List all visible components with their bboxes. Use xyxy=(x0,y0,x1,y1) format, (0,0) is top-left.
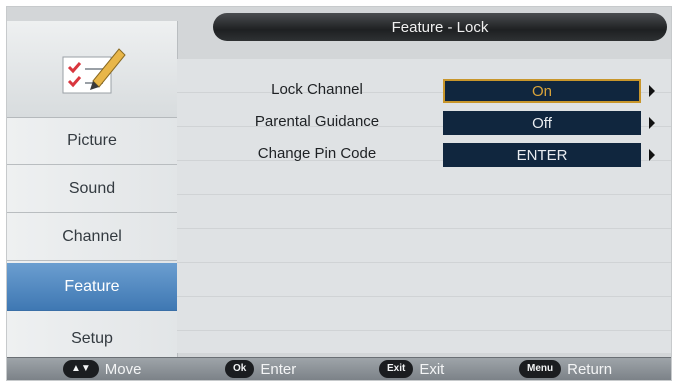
sidebar-item-label: Feature xyxy=(64,277,120,295)
menu-key-icon: Menu xyxy=(519,360,562,378)
footer-hint-bar: ▲▼ Move Ok Enter Exit Exit Menu Return xyxy=(7,357,671,380)
arrow-right-icon[interactable] xyxy=(649,117,655,129)
sidebar-item-setup[interactable]: Setup xyxy=(7,315,177,363)
hint-move-label: Move xyxy=(104,360,142,378)
exit-key-icon: Exit xyxy=(379,360,414,378)
setting-row-change-pin-code[interactable]: Change Pin Code ENTER xyxy=(177,141,671,169)
sidebar-item-sound[interactable]: Sound xyxy=(7,165,177,213)
feature-logo xyxy=(7,21,177,118)
setting-label: Lock Channel xyxy=(271,81,363,98)
ok-key-icon: Ok xyxy=(225,360,255,378)
setting-value[interactable]: On xyxy=(443,79,641,103)
sidebar-item-label: Sound xyxy=(68,179,116,197)
setting-label: Parental Guidance xyxy=(254,113,380,130)
sidebar-item-feature[interactable]: Feature xyxy=(7,263,177,311)
hint-exit-label: Exit xyxy=(419,360,445,378)
hint-menu: Menu Return xyxy=(519,360,612,378)
sidebar-item-label: Picture xyxy=(67,131,117,149)
hint-move: ▲▼ Move xyxy=(63,360,141,378)
sidebar: Picture Sound Channel Feature Setup xyxy=(7,21,178,367)
hint-enter-label: Enter xyxy=(260,360,297,378)
sidebar-item-label: Setup xyxy=(71,329,113,347)
hint-enter: Ok Enter xyxy=(225,360,296,378)
sidebar-item-label: Channel xyxy=(62,227,122,245)
up-down-key-icon: ▲▼ xyxy=(63,360,99,378)
sidebar-item-picture[interactable]: Picture xyxy=(7,117,177,165)
arrow-right-icon[interactable] xyxy=(649,149,655,161)
hint-exit: Exit Exit xyxy=(379,360,444,378)
checklist-pencil-icon xyxy=(62,48,126,94)
hint-menu-label: Return xyxy=(567,360,613,378)
arrow-right-icon[interactable] xyxy=(649,85,655,97)
setting-row-lock-channel[interactable]: Lock Channel On xyxy=(177,77,671,105)
sidebar-item-channel[interactable]: Channel xyxy=(7,213,177,261)
setting-label: Change Pin Code xyxy=(257,145,377,162)
tv-menu-screen: Picture Sound Channel Feature Setup Feat… xyxy=(6,6,672,381)
page-title: Feature - Lock xyxy=(213,13,667,41)
setting-value[interactable]: ENTER xyxy=(443,143,641,167)
setting-value[interactable]: Off xyxy=(443,111,641,135)
setting-row-parental-guidance[interactable]: Parental Guidance Off xyxy=(177,109,671,137)
page-title-text: Feature - Lock xyxy=(391,18,489,36)
